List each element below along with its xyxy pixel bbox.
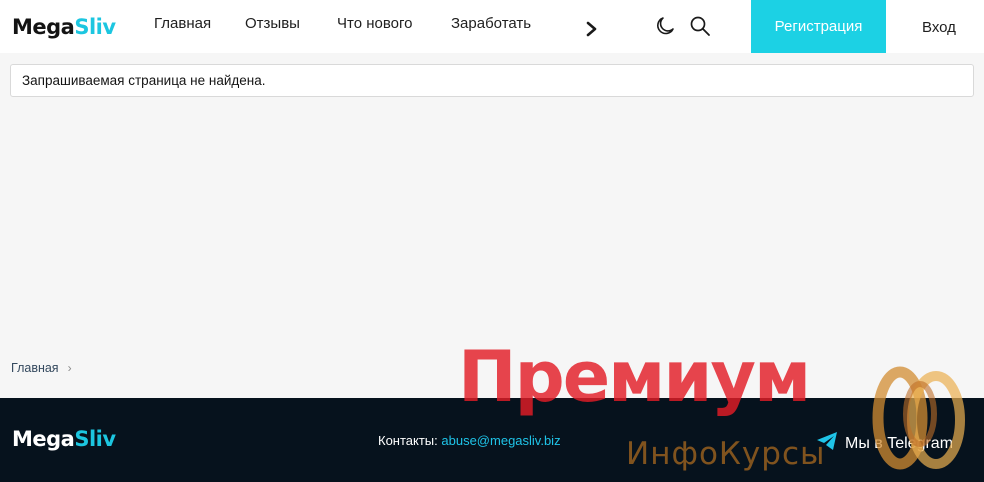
- breadcrumb: Главная ›: [11, 361, 72, 375]
- breadcrumb-chevron-icon: ›: [67, 361, 72, 375]
- search-icon[interactable]: [689, 15, 711, 37]
- telegram-link[interactable]: Мы в Telegram: [816, 431, 953, 453]
- nav-item-home[interactable]: Главная: [154, 15, 211, 32]
- header: MegaSliv Главная Отзывы Что нового Зараб…: [0, 0, 984, 53]
- nav-item-whats-new[interactable]: Что нового: [337, 15, 412, 32]
- contact-email-link[interactable]: abuse@megasliv.biz: [441, 433, 560, 448]
- breadcrumb-home[interactable]: Главная: [11, 361, 59, 375]
- logo-part-mega: Mega: [12, 15, 75, 39]
- footer: Контакты: abuse@megasliv.biz Мы в Telegr…: [0, 398, 984, 482]
- footer-contacts: Контакты: abuse@megasliv.biz: [378, 433, 561, 448]
- telegram-icon: [817, 432, 837, 450]
- page-not-found-notice: Запрашиваемая страница не найдена.: [10, 64, 974, 97]
- nav-item-reviews[interactable]: Отзывы: [245, 15, 300, 32]
- site-logo[interactable]: MegaSliv: [12, 15, 116, 39]
- nav-item-earn[interactable]: Заработать: [451, 15, 531, 32]
- footer-logo[interactable]: MegaSliv: [12, 427, 116, 451]
- footer-logo-part-sliv: Sliv: [74, 427, 116, 451]
- footer-logo-part-mega: Mega: [12, 427, 75, 451]
- moon-icon[interactable]: [654, 15, 676, 37]
- login-link[interactable]: Вход: [922, 19, 956, 36]
- contacts-label: Контакты:: [378, 433, 438, 448]
- telegram-label: Мы в Telegram: [845, 435, 954, 452]
- chevron-right-icon[interactable]: [582, 18, 602, 40]
- logo-part-sliv: Sliv: [74, 15, 116, 39]
- register-button[interactable]: Регистрация: [751, 0, 886, 53]
